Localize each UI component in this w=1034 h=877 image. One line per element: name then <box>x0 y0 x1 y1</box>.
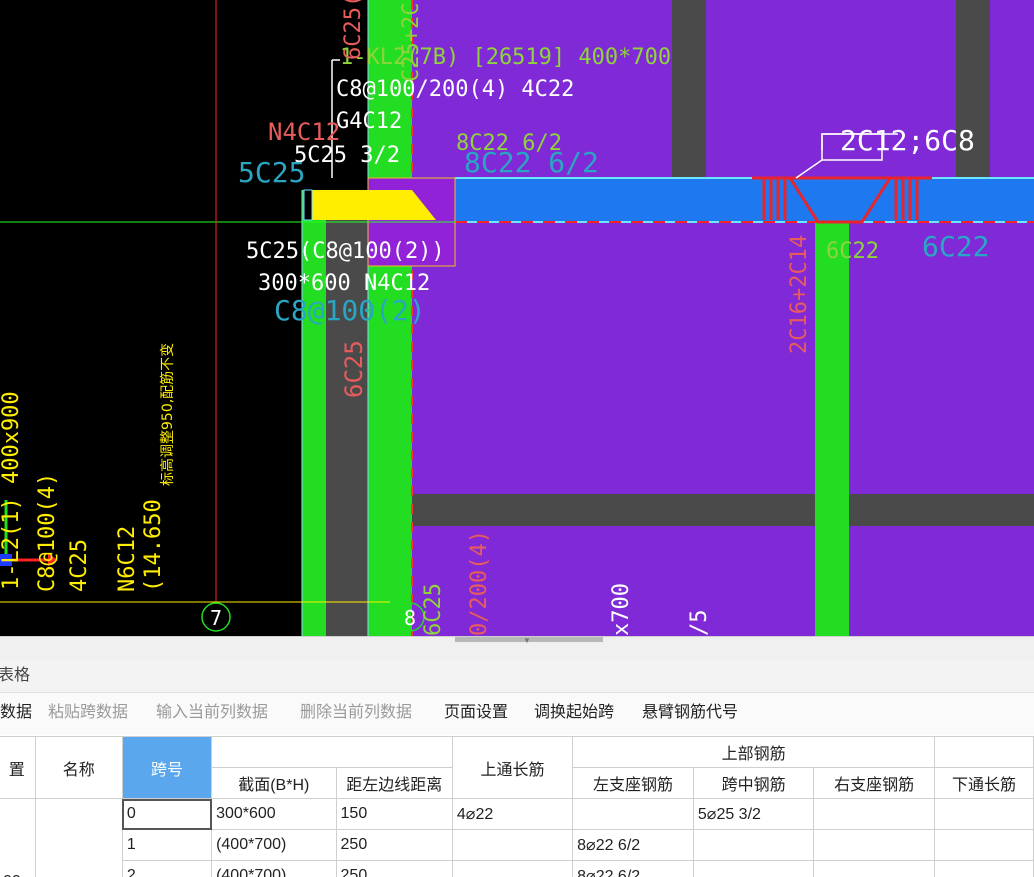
header-blank <box>211 736 453 768</box>
left-top-label[interactable]: 5C25 3/2 <box>294 143 400 168</box>
cell-position[interactable]: 00 <box>0 798 36 877</box>
chevron-down-icon[interactable]: ▼ <box>523 637 531 645</box>
beam0-bottom-label[interactable]: 5C25(C8@100(2)) <box>246 239 445 264</box>
cell-bottom-through[interactable] <box>934 860 1034 877</box>
left-vert-2-label[interactable]: C8@100(4) <box>35 473 60 592</box>
cell-section[interactable]: (400*700) <box>211 860 337 877</box>
cell-mid-span[interactable]: 5⌀25 3/2 <box>692 798 815 830</box>
cell-left-support[interactable] <box>572 798 694 830</box>
header-dist[interactable]: 距左边线距离 <box>335 767 453 799</box>
left-vert-6-label[interactable]: 标高调整950,配筋不变 <box>159 343 176 486</box>
bottom-right-label[interactable]: 6C22 <box>922 230 989 263</box>
panel-title-text: 表格 <box>0 667 31 684</box>
delete-current-column-button[interactable]: 删除当前列数据 <box>300 703 412 723</box>
swap-start-span-button[interactable]: 调换起始跨 <box>534 703 614 723</box>
cad-drawing[interactable]: 7 8 1-KL2(7B) [26519] 400*700 C8@100/200… <box>0 0 1034 636</box>
cad-canvas[interactable]: 7 8 1-KL2(7B) [26519] 400*700 C8@100/200… <box>0 0 1034 636</box>
axis-label-8: 8 <box>404 606 416 630</box>
left-vert-4-label[interactable]: N6C12 <box>115 526 140 592</box>
header-span[interactable]: 跨号 <box>121 736 213 799</box>
cell-bottom-through[interactable] <box>934 829 1034 861</box>
cell-name[interactable] <box>34 798 123 877</box>
support-vert-label[interactable]: 2C16+2C14 <box>787 235 812 354</box>
cell-top-through[interactable] <box>451 829 574 861</box>
beam-name-label[interactable]: 1-KL2(7B) [26519] 400*700 <box>340 45 671 70</box>
page-setup-button[interactable]: 页面设置 <box>444 703 508 723</box>
cell-dist[interactable]: 250 <box>335 860 453 877</box>
left-vert-3-label[interactable]: 4C25 <box>67 539 92 592</box>
cell-span[interactable]: 2 <box>121 860 213 877</box>
header-name: 名称 <box>34 736 123 799</box>
left-vert-1-label[interactable]: 1-L2(1) 400x900 <box>0 391 24 590</box>
cell-top-through[interactable] <box>451 860 574 877</box>
cell-section[interactable]: (400*700) <box>211 829 337 861</box>
table-row[interactable]: 00 0 300*600 150 4⌀22 5⌀25 3/2 <box>0 798 1034 877</box>
cell-right-support[interactable] <box>813 860 935 877</box>
vert-top-label[interactable]: 6C25( <box>341 0 366 60</box>
paste-span-data-button[interactable]: 粘贴跨数据 <box>48 703 128 723</box>
vert-6c25-label[interactable]: 6C25 <box>340 340 368 398</box>
header-blank-right <box>934 736 1034 768</box>
inline-rebar-label[interactable]: 2C12;6C8 <box>840 124 975 157</box>
span-data-table: 置 名称 跨号 上通长筋 上部钢筋 截面(B*H) 距左边线距离 左支座钢筋 跨… <box>0 736 1034 877</box>
left-vert-5-label[interactable]: (14.650 <box>141 499 166 592</box>
cell-mid-span[interactable] <box>692 860 815 877</box>
panel-splitter[interactable]: ▼ <box>0 636 1034 661</box>
bottom-vert-1-label[interactable]: 6C25 <box>421 583 446 636</box>
axis-label-7: 7 <box>210 606 222 630</box>
header-left-support[interactable]: 左支座钢筋 <box>572 767 694 799</box>
beam0-stirrup-cyan-label[interactable]: C8@100(2) <box>274 294 426 327</box>
header-top-through[interactable]: 上通长筋 <box>451 736 574 799</box>
header-top-rebar: 上部钢筋 <box>572 736 935 768</box>
cell-right-support[interactable] <box>813 798 935 830</box>
table-toolbar: 数据 粘贴跨数据 输入当前列数据 删除当前列数据 页面设置 调换起始跨 悬臂钢筋… <box>0 693 1034 735</box>
header-mid-span[interactable]: 跨中钢筋 <box>692 767 815 799</box>
data-button[interactable]: 数据 <box>0 703 32 723</box>
cell-top-through[interactable]: 4⌀22 <box>451 798 574 830</box>
header-section[interactable]: 截面(B*H) <box>211 767 337 799</box>
cell-left-support[interactable]: 8⌀22 6/2 <box>572 860 694 877</box>
left-n4-label[interactable]: N4C12 <box>268 118 340 146</box>
input-current-column-button[interactable]: 输入当前列数据 <box>156 703 268 723</box>
cell-mid-span[interactable] <box>692 829 815 861</box>
cell-right-support[interactable] <box>813 829 935 861</box>
beam0-size-label[interactable]: 300*600 N4C12 <box>258 271 430 296</box>
panel-title: 表格 <box>0 660 1034 693</box>
cell-span[interactable]: 0 <box>121 798 213 830</box>
vert-top2-label[interactable]: C25+2C <box>399 3 424 82</box>
green-column-right[interactable] <box>815 222 849 636</box>
left-top-cyan-label[interactable]: 5C25 <box>238 156 305 189</box>
header-right-support[interactable]: 右支座钢筋 <box>813 767 935 799</box>
bottom-vert-4-label[interactable]: /5 <box>687 610 712 637</box>
gray-beam-vertical-1[interactable] <box>672 0 706 178</box>
cell-section[interactable]: 300*600 <box>211 798 337 830</box>
cell-span[interactable]: 1 <box>121 829 213 861</box>
bottom-vert-3-label[interactable]: x700 <box>609 583 634 636</box>
beam-side-label[interactable]: G4C12 <box>336 109 402 134</box>
table-row[interactable]: 1 (400*700) 250 8⌀22 6/2 <box>0 829 1034 861</box>
cell-dist[interactable]: 150 <box>335 798 453 830</box>
cantilever-code-button[interactable]: 悬臂钢筋代号 <box>642 703 738 723</box>
bottom-vert-2-label[interactable]: 0/200(4) <box>467 530 492 636</box>
header-bottom-through[interactable]: 下通长筋 <box>934 767 1034 799</box>
table-row[interactable]: 2 (400*700) 250 8⌀22 6/2 <box>0 860 1034 877</box>
cell-dist[interactable]: 250 <box>335 829 453 861</box>
axis-bubble-7[interactable]: 7 <box>201 602 231 632</box>
selected-beam[interactable] <box>455 178 1034 222</box>
bottom-mid-label[interactable]: 6C22 <box>826 239 879 264</box>
gray-beam-horizontal[interactable] <box>412 494 1034 526</box>
span-top-cyan-label[interactable]: 8C22 6/2 <box>464 146 599 179</box>
cell-bottom-through[interactable] <box>934 798 1034 830</box>
header-position: 置 <box>0 736 36 799</box>
beam-stirrup-label[interactable]: C8@100/200(4) 4C22 <box>336 77 574 102</box>
cell-left-support[interactable]: 8⌀22 6/2 <box>572 829 694 861</box>
